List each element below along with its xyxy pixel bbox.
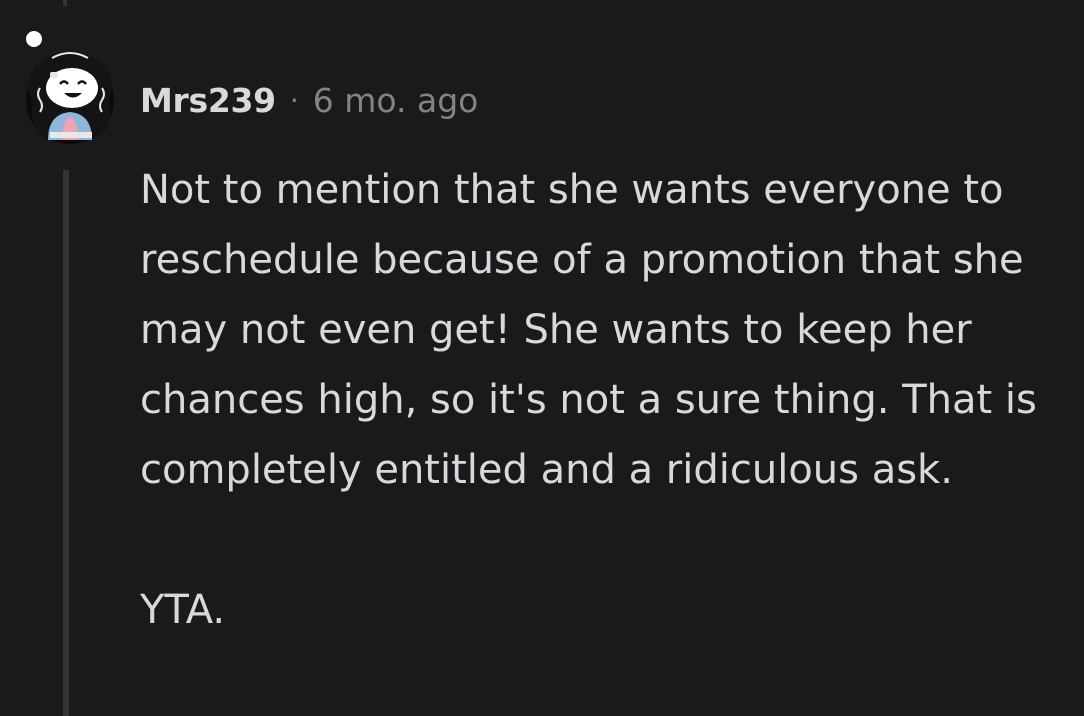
meta-separator: · <box>289 83 299 117</box>
comment-paragraph: YTA. <box>140 587 226 633</box>
comment-paragraph: Not to mention that she wants everyone t… <box>140 167 1037 493</box>
thread-line-top <box>63 0 67 6</box>
comment-timestamp[interactable]: 6 mo. ago <box>313 81 479 120</box>
username-link[interactable]: Mrs239 <box>140 81 276 120</box>
thread-collapse-line[interactable] <box>63 170 69 716</box>
comment-body: Not to mention that she wants everyone t… <box>140 155 1060 645</box>
comment-meta: Mrs239 · 6 mo. ago <box>140 78 478 122</box>
user-avatar-icon[interactable] <box>20 28 120 144</box>
